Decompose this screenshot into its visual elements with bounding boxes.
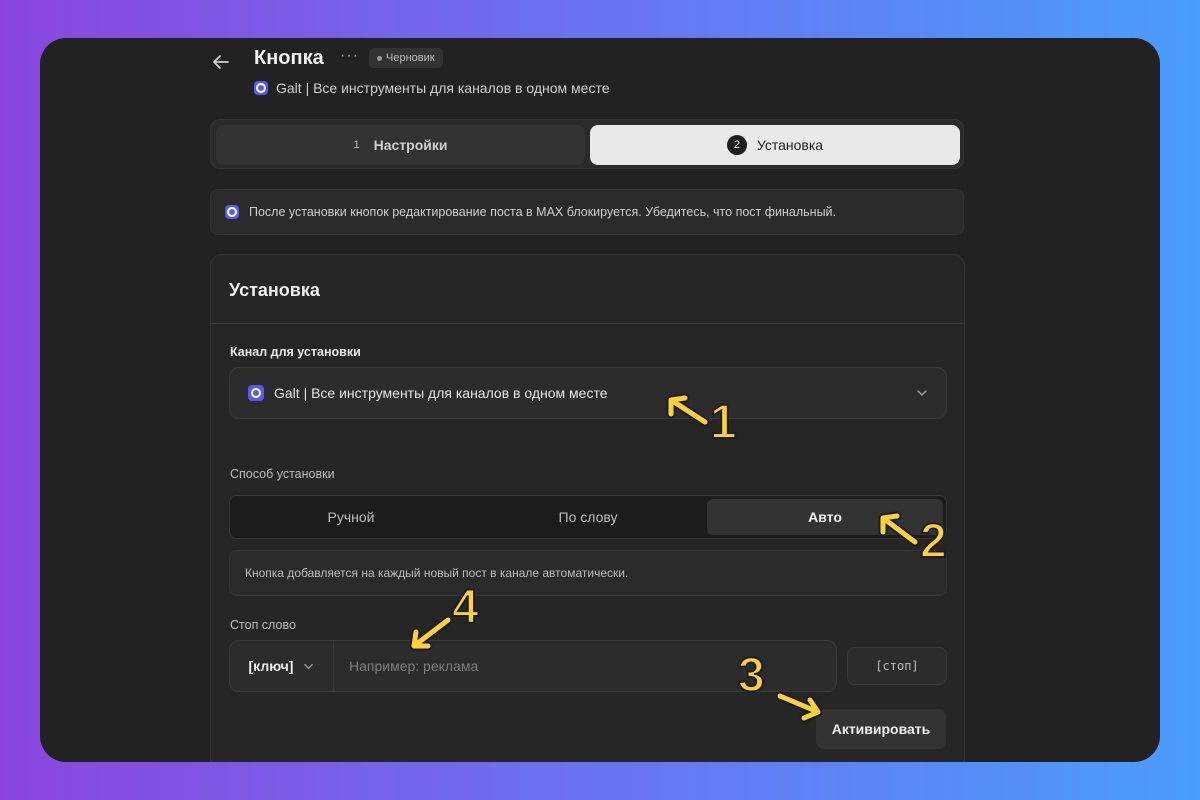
back-arrow-icon[interactable]	[210, 51, 232, 73]
chevron-down-icon	[304, 663, 314, 669]
notice-logo-icon	[225, 205, 239, 219]
status-dot-icon	[377, 55, 382, 61]
notice-text: После установки кнопок редактирование по…	[249, 205, 837, 219]
stop-tag-button[interactable]: [стоп]	[847, 647, 947, 685]
subtitle-channel-name: Galt | Все инструменты для каналов в одн…	[276, 80, 610, 96]
annotation-number-3: 3	[737, 648, 766, 703]
step-settings[interactable]: 1 Настройки	[216, 125, 585, 165]
max-notice: После установки кнопок редактирование по…	[210, 189, 964, 235]
stepper: 1 Настройки 2 Установка	[210, 119, 964, 169]
channel-field-label: Канал для установки	[230, 345, 361, 359]
annotation-number-1: 1	[709, 395, 738, 450]
installation-card: Установка Канал для установки Galt | Все…	[210, 254, 965, 762]
step-number: 1	[353, 139, 360, 151]
card-title: Установка	[229, 280, 320, 300]
stop-word-label: Стоп слово	[230, 618, 296, 632]
app-window: Кнопка ··· Черновик Galt | Все инструмен…	[40, 38, 1160, 762]
channel-select[interactable]: Galt | Все инструменты для каналов в одн…	[229, 367, 947, 419]
card-divider	[211, 323, 964, 324]
more-horizontal-icon[interactable]: ···	[340, 47, 359, 65]
channel-select-value: Galt | Все инструменты для каналов в одн…	[274, 385, 608, 401]
method-manual-option[interactable]: Ручной	[233, 499, 469, 535]
annotation-number-4: 4	[451, 580, 480, 635]
page-content: Кнопка ··· Черновик Galt | Все инструмен…	[40, 38, 1160, 762]
annotation-arrow-4-icon	[409, 615, 453, 651]
status-label: Черновик	[386, 52, 435, 64]
step-number: 2	[726, 135, 747, 155]
key-select[interactable]: [ключ]	[230, 641, 334, 691]
install-method-toggle: Ручной По слову Авто	[229, 495, 947, 539]
key-select-value: [ключ]	[248, 658, 294, 674]
annotation-arrow-1-icon	[666, 393, 710, 427]
annotation-arrow-2-icon	[878, 511, 920, 547]
method-field-label: Способ установки	[230, 467, 335, 481]
chevron-down-icon	[917, 390, 927, 396]
step-label: Настройки	[373, 137, 448, 153]
status-badge: Черновик	[369, 48, 443, 68]
channel-logo-icon	[254, 81, 268, 95]
page-subtitle: Galt | Все инструменты для каналов в одн…	[254, 80, 610, 96]
step-installation[interactable]: 2 Установка	[590, 125, 960, 165]
activate-button[interactable]: Активировать	[816, 709, 946, 749]
step-label: Установка	[756, 137, 824, 153]
annotation-number-2: 2	[919, 514, 948, 569]
method-by-word-option[interactable]: По слову	[470, 499, 706, 535]
method-description: Кнопка добавляется на каждый новый пост …	[229, 550, 947, 596]
page-title: Кнопка	[254, 47, 324, 69]
annotation-arrow-3-icon	[775, 691, 823, 723]
channel-logo-icon	[248, 385, 264, 401]
